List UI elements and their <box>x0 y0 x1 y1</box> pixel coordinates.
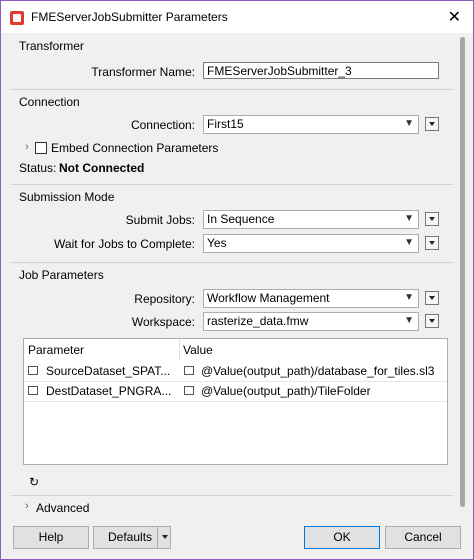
connection-menu-button[interactable] <box>425 117 439 131</box>
help-button[interactable]: Help <box>13 526 89 549</box>
submit-jobs-label: Submit Jobs: <box>125 213 195 227</box>
repository-value: Workflow Management <box>207 291 330 305</box>
connection-select[interactable]: First15 ▼ <box>203 115 419 134</box>
transformer-section-header: Transformer <box>11 35 453 57</box>
submission-section-header: Submission Mode <box>11 186 453 208</box>
workspace-value: rasterize_data.fmw <box>207 314 309 328</box>
table-row[interactable]: SourceDataset_SPAT... @Value(output_path… <box>24 362 447 381</box>
wait-for-jobs-value: Yes <box>207 236 227 250</box>
wait-for-jobs-label: Wait for Jobs to Complete: <box>54 237 195 251</box>
submit-jobs-menu-button[interactable] <box>425 212 439 226</box>
triangle-down-icon <box>429 296 435 300</box>
chevron-right-icon[interactable]: › <box>25 500 29 512</box>
table-row[interactable]: DestDataset_PNGRA... @Value(output_path)… <box>24 382 447 401</box>
advanced-section-toggle[interactable]: Advanced <box>36 501 89 515</box>
scrollbar-thumb[interactable] <box>460 37 465 507</box>
transformer-name-input[interactable]: FMEServerJobSubmitter_3 <box>203 62 439 79</box>
section-divider <box>11 262 453 263</box>
submit-jobs-value: In Sequence <box>207 212 275 226</box>
fme-app-icon <box>10 11 24 25</box>
triangle-down-icon[interactable] <box>162 535 168 539</box>
workspace-select[interactable]: rasterize_data.fmw ▼ <box>203 312 419 331</box>
section-divider <box>11 89 453 90</box>
chevron-down-icon: ▼ <box>404 213 414 224</box>
workspace-menu-button[interactable] <box>425 314 439 328</box>
job-parameters-section-header: Job Parameters <box>11 264 453 286</box>
parameter-value-cell[interactable]: @Value(output_path)/TileFolder <box>201 384 445 398</box>
status-value: Not Connected <box>59 161 145 175</box>
parameter-value-cell[interactable]: @Value(output_path)/database_for_tiles.s… <box>201 364 445 378</box>
repository-menu-button[interactable] <box>425 291 439 305</box>
value-editor-icon[interactable] <box>184 386 194 395</box>
cancel-button[interactable]: Cancel <box>385 526 461 549</box>
chevron-down-icon: ▼ <box>404 315 414 326</box>
defaults-button[interactable]: Defaults <box>93 526 171 549</box>
dialog-window: FMEServerJobSubmitter Parameters ✕ Trans… <box>0 0 474 560</box>
ok-button[interactable]: OK <box>304 526 380 549</box>
job-parameters-table: Parameter Value SourceDataset_SPAT... @V… <box>23 338 448 465</box>
triangle-down-icon <box>429 319 435 323</box>
triangle-down-icon <box>429 241 435 245</box>
status-label: Status: <box>19 161 57 175</box>
section-title: Job Parameters <box>19 268 104 282</box>
chevron-right-icon[interactable]: › <box>25 141 29 153</box>
section-title: Submission Mode <box>19 190 115 204</box>
refresh-icon[interactable]: ↻ <box>29 475 39 489</box>
defaults-button-label: Defaults <box>108 530 153 544</box>
section-divider <box>11 184 453 185</box>
transformer-name-label: Transformer Name: <box>91 65 195 79</box>
embed-connection-checkbox[interactable] <box>35 142 47 154</box>
parameter-type-icon <box>28 386 38 395</box>
chevron-down-icon: ▼ <box>404 118 414 129</box>
triangle-down-icon <box>429 122 435 126</box>
connection-section-header: Connection <box>11 91 453 113</box>
submit-jobs-select[interactable]: In Sequence ▼ <box>203 210 419 229</box>
value-editor-icon[interactable] <box>184 366 194 375</box>
close-icon[interactable]: ✕ <box>448 7 461 27</box>
split-divider <box>157 526 158 549</box>
connection-label: Connection: <box>130 118 195 132</box>
column-header-value[interactable]: Value <box>179 339 447 361</box>
section-divider <box>11 495 453 496</box>
dialog-footer: Help Defaults OK Cancel <box>1 519 473 559</box>
parameter-type-icon <box>28 366 38 375</box>
parameter-name-cell: DestDataset_PNGRA... <box>46 384 172 398</box>
title-bar[interactable]: FMEServerJobSubmitter Parameters ✕ <box>1 1 473 33</box>
chevron-down-icon: ▼ <box>404 292 414 303</box>
parameters-panel: Transformer Transformer Name: FMEServerJ… <box>11 33 453 517</box>
embed-connection-label: Embed Connection Parameters <box>51 141 219 155</box>
workspace-label: Workspace: <box>131 315 195 329</box>
row-divider <box>24 401 447 402</box>
repository-label: Repository: <box>134 292 195 306</box>
column-header-parameter[interactable]: Parameter <box>24 339 179 361</box>
wait-for-jobs-menu-button[interactable] <box>425 236 439 250</box>
section-title: Connection <box>19 95 80 109</box>
connection-select-value: First15 <box>207 117 244 131</box>
repository-select[interactable]: Workflow Management ▼ <box>203 289 419 308</box>
window-title: FMEServerJobSubmitter Parameters <box>31 10 228 24</box>
parameter-name-cell: SourceDataset_SPAT... <box>46 364 171 378</box>
triangle-down-icon <box>429 217 435 221</box>
chevron-down-icon: ▼ <box>404 237 414 248</box>
wait-for-jobs-select[interactable]: Yes ▼ <box>203 234 419 253</box>
section-title: Transformer <box>19 39 84 53</box>
vertical-scrollbar[interactable] <box>456 33 469 517</box>
